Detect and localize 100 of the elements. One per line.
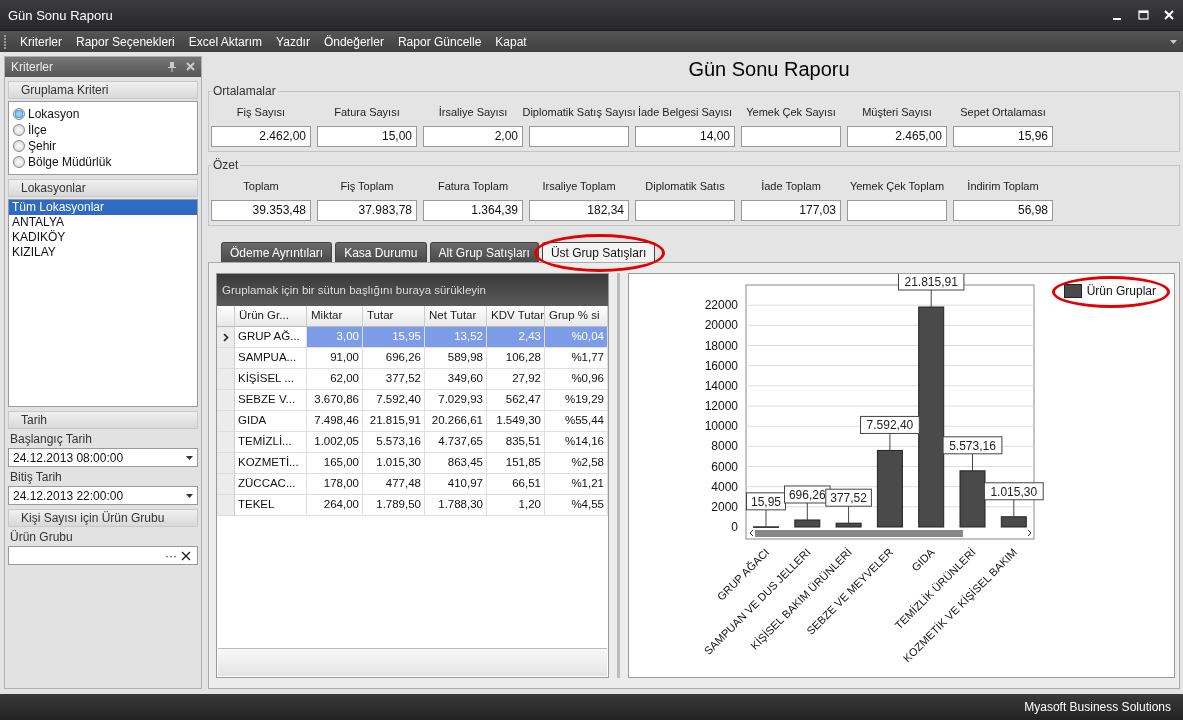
value-field[interactable] [529,126,629,147]
header-cell [217,306,235,327]
tab[interactable]: Kasa Durumu [335,242,427,262]
close-icon[interactable] [186,62,195,71]
table-cell: %0,04 [545,327,608,348]
value-field[interactable]: 14,00 [635,126,735,147]
tab[interactable]: Üst Grup Satışları [541,242,656,262]
menu-item[interactable]: Excel Aktarım [181,30,270,53]
list-item[interactable]: Tüm Lokasyonlar [9,200,197,215]
list-item[interactable]: ANTALYA [9,215,197,230]
value-field[interactable]: 15,96 [953,126,1053,147]
bar [835,522,862,528]
value-field[interactable]: 2,00 [423,126,523,147]
caret-icon[interactable] [1170,39,1177,44]
product-group-field[interactable]: ··· [8,546,198,565]
value-field[interactable] [635,200,735,221]
browse-button[interactable]: ··· [163,548,179,563]
value-field[interactable]: 37.983,78 [317,200,417,221]
table-cell: %14,16 [545,432,608,453]
column-header[interactable]: Miktar [307,306,363,327]
value-label: 7.592,40 [860,415,920,434]
column-header[interactable]: Ürün Gr... [235,306,307,327]
value-field[interactable] [847,200,947,221]
radio-label: Lokasyon [28,106,80,121]
menu-item[interactable]: Rapor Güncelle [390,30,489,53]
leader-line [930,289,932,308]
chevron-icon [222,332,229,342]
chart-scrollbar[interactable] [747,528,1033,538]
leader-line [1013,499,1015,518]
table-cell: %2,58 [545,453,608,474]
value-field[interactable]: 177,03 [741,200,841,221]
field-label: Ürün Grubu [9,529,74,546]
value-field[interactable]: 56,98 [953,200,1053,221]
axis-tick-label: 14000 [704,378,738,393]
value-field[interactable]: 2.462,00 [211,126,311,147]
value-field[interactable]: 182,34 [529,200,629,221]
table-cell: 264,00 [307,495,363,516]
value-field[interactable]: 1.364,39 [423,200,523,221]
field-label: Fiş Sayısı [235,105,287,120]
column-header[interactable]: Net Tutar [425,306,487,327]
table-cell: 13,52 [425,327,487,348]
row-indicator[interactable] [217,327,235,348]
table-cell: %4,55 [545,495,608,516]
value-field[interactable]: 15,00 [317,126,417,147]
table-cell: 1.789,50 [363,495,425,516]
date-field[interactable]: 24.12.2013 22:00:00 [8,486,198,505]
date-field[interactable]: 24.12.2013 08:00:00 [8,448,198,467]
axis-tick-label: 10000 [704,419,738,434]
field-label: Toplam [242,179,280,194]
column-header[interactable]: KDV Tutar [487,306,545,327]
table-cell: 696,26 [363,348,425,369]
table-cell: 4.737,65 [425,432,487,453]
menu-item[interactable]: Kapat [488,30,534,53]
table-cell: 91,00 [307,348,363,369]
list-item[interactable]: KADIKÖY [9,230,197,245]
table-cell: 106,28 [487,348,545,369]
menu-item[interactable]: Yazdır [269,30,317,53]
value-label: 5.573,16 [942,436,1003,455]
value-field[interactable]: 2.465,00 [847,126,947,147]
list-item[interactable]: KIZILAY [9,245,197,260]
table-cell: %55,44 [545,411,608,432]
caret-icon [186,493,193,498]
table-cell: KOZMETİ... [235,453,307,474]
column-header[interactable]: Tutar [363,306,425,327]
legend-label: Ürün Gruplar [1086,284,1156,298]
section-header: Tarih [8,411,198,429]
column-header[interactable]: Grup % si [545,306,608,327]
table-cell: 1.015,30 [363,453,425,474]
menu-item[interactable]: Öndeğerler [316,30,391,53]
axis-tick-label: 12000 [704,399,738,413]
axis-tick-label: 8000 [711,439,738,454]
value-field[interactable] [741,126,841,147]
field-label: İade Toplam [760,179,822,194]
bar [1000,516,1027,528]
report-title: Gün Sonu Raporu [687,57,851,82]
table-cell: 3,00 [307,327,363,348]
field-label: Bitiş Tarih [9,469,63,486]
group-title: Ortalamalar [212,84,277,98]
radio-button[interactable] [13,140,25,153]
caret-icon [186,455,193,460]
radio-label: Bölge Müdürlük [28,155,112,170]
value-field[interactable]: 39.353,48 [211,200,311,221]
table-cell: TEKEL [235,495,307,516]
field-label: Başlangıç Tarih [9,431,93,448]
tab[interactable]: Alt Grup Satışları [429,242,539,262]
field-label: Sepet Ortalaması [959,105,1047,120]
maximize-button[interactable] [1137,9,1149,21]
table-cell: 863,45 [425,453,487,474]
menu-item[interactable]: Kriterler [13,30,69,53]
group-panel: Gruplamak için bir sütun başlığını buraya sürükleyin [217,274,608,306]
radio-button[interactable] [13,123,25,136]
table-cell: 477,48 [363,474,425,495]
clear-button[interactable] [179,550,193,561]
radio-button[interactable] [13,156,25,169]
menu-item[interactable]: Rapor Seçenekleri [69,30,182,53]
close-button[interactable] [1163,9,1175,21]
table-cell: 1.788,30 [425,495,487,516]
pin-icon[interactable] [168,62,176,72]
tab[interactable]: Ödeme Ayrıntıları [221,242,333,262]
radio-button[interactable] [13,107,25,120]
